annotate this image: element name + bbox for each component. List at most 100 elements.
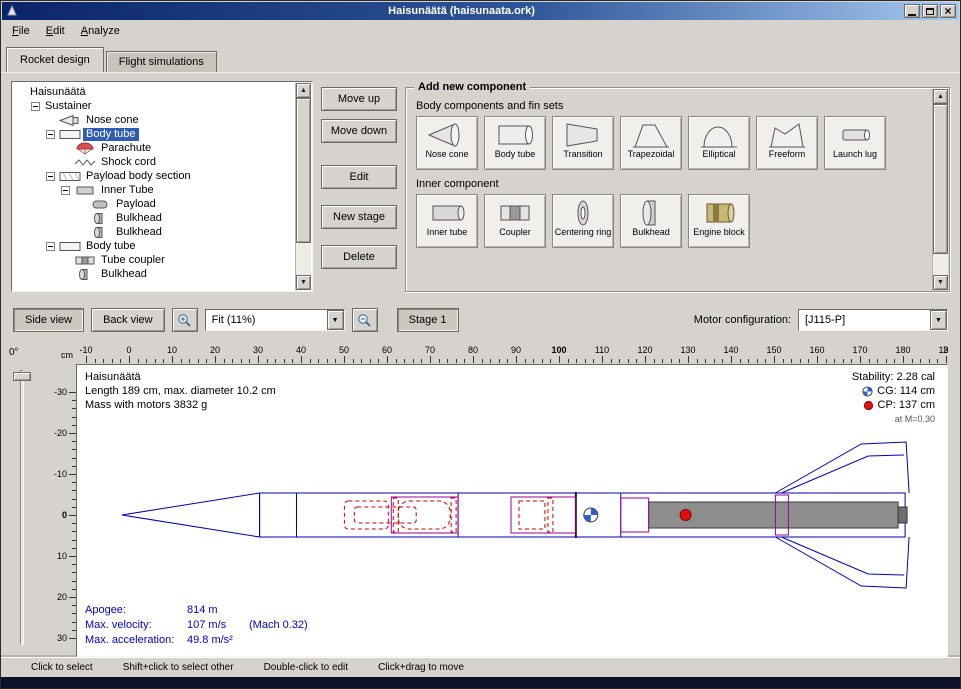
- slider-handle[interactable]: [13, 372, 31, 381]
- bottom-strip: [1, 677, 960, 688]
- maximize-button[interactable]: [922, 4, 938, 18]
- ruler-tick: [464, 359, 465, 363]
- collapse-icon[interactable]: [44, 242, 57, 251]
- ruler-tick: [533, 359, 534, 363]
- tree-item-nose-cone[interactable]: Nose cone: [14, 113, 294, 127]
- tree-item-bulkhead[interactable]: Bulkhead: [14, 225, 294, 239]
- menu-edit[interactable]: Edit: [38, 22, 73, 40]
- ruler-label: 0: [62, 510, 67, 520]
- tree-item-label: Payload body section: [83, 170, 194, 183]
- titlebar[interactable]: Haisunäätä (haisunaata.ork) ×: [2, 2, 959, 20]
- rocket-canvas[interactable]: Haisunäätä Length 189 cm, max. diameter …: [76, 364, 948, 657]
- tree-item-body-tube[interactable]: Body tube: [14, 127, 294, 141]
- menu-file[interactable]: File: [4, 22, 38, 40]
- tree-item-sustainer[interactable]: Sustainer: [14, 99, 294, 113]
- stability-info: Stability: 2.28 cal CG: 114 cm CP: 137 c…: [852, 370, 935, 426]
- scroll-thumb[interactable]: [933, 104, 948, 254]
- scroll-down-button[interactable]: ▼: [296, 275, 311, 290]
- slider-track: [20, 370, 24, 645]
- palette-button-coupler[interactable]: Coupler: [484, 194, 546, 248]
- ruler-label: 30: [57, 633, 67, 643]
- tree-item-inner-tube[interactable]: Inner Tube: [14, 183, 294, 197]
- collapse-icon[interactable]: [44, 130, 57, 139]
- ruler-tick: [181, 359, 182, 363]
- ruler-tick: [146, 359, 147, 363]
- scroll-up-button[interactable]: ▲: [296, 83, 311, 98]
- edit-button[interactable]: Edit: [321, 165, 397, 189]
- palette-button-body-tube[interactable]: Body tube: [484, 116, 546, 170]
- menu-analyze[interactable]: Analyze: [73, 22, 128, 40]
- cp-value: CP: 137 cm: [878, 398, 935, 412]
- tree-scrollbar[interactable]: ▲ ▼: [295, 83, 311, 290]
- ruler-tick: [421, 359, 422, 363]
- palette-button-trapezoidal[interactable]: Trapezoidal: [620, 116, 682, 170]
- move-down-button[interactable]: Move down: [321, 119, 397, 143]
- palette-button-nose-cone[interactable]: Nose cone: [416, 116, 478, 170]
- palette-button-engine-block[interactable]: Engine block: [688, 194, 750, 248]
- ruler-label: 80: [468, 345, 478, 355]
- rotation-slider[interactable]: [1, 364, 43, 657]
- collapse-icon[interactable]: [29, 102, 42, 111]
- delete-button[interactable]: Delete: [321, 245, 397, 269]
- tree-item-payload[interactable]: Payload: [14, 197, 294, 211]
- tree-item-payload-body-section[interactable]: Payload body section: [14, 169, 294, 183]
- maximize-icon: [926, 8, 934, 15]
- tab-flight-simulations[interactable]: Flight simulations: [106, 51, 217, 72]
- palette-button-elliptical[interactable]: Elliptical: [688, 116, 750, 170]
- scroll-up-button[interactable]: ▲: [933, 89, 948, 104]
- zoom-select[interactable]: Fit (11%) ▼: [205, 309, 345, 331]
- scroll-track[interactable]: [296, 98, 311, 275]
- back-view-button[interactable]: Back view: [91, 308, 165, 332]
- minimize-button[interactable]: [904, 4, 920, 18]
- chevron-down-icon[interactable]: ▼: [930, 310, 947, 330]
- ruler-tick: [654, 359, 655, 363]
- tab-rocket-design[interactable]: Rocket design: [6, 47, 104, 72]
- ruler-tick: [619, 359, 620, 363]
- coupler-icon: [72, 254, 98, 267]
- palette-button-transition[interactable]: Transition: [552, 116, 614, 170]
- tree-item-haisun-t[interactable]: Haisunäätä: [14, 85, 294, 99]
- new-stage-button[interactable]: New stage: [321, 205, 397, 229]
- ruler-tick: [740, 359, 741, 363]
- palette-button-inner-tube[interactable]: Inner tube: [416, 194, 478, 248]
- ruler-tick: [869, 359, 870, 363]
- motor-config-select[interactable]: [J115-P] ▼: [798, 309, 948, 331]
- view-toolbar: Side view Back view Fit (11%) ▼ Stage 1 …: [1, 296, 960, 344]
- palette-button-launch-lug[interactable]: Launch lug: [824, 116, 886, 170]
- palette-button-bulkhead[interactable]: Bulkhead: [620, 194, 682, 248]
- scroll-thumb[interactable]: [296, 98, 311, 243]
- ruler-tick: [241, 359, 242, 363]
- scroll-down-button[interactable]: ▼: [933, 275, 948, 290]
- scroll-track[interactable]: [933, 104, 948, 275]
- inner-tube-icon: [427, 198, 467, 228]
- tree-item-body-tube[interactable]: Body tube: [14, 239, 294, 253]
- tree-item-bulkhead[interactable]: Bulkhead: [14, 267, 294, 281]
- side-view-button[interactable]: Side view: [13, 308, 84, 332]
- rocket-mass: Mass with motors 3832 g: [85, 398, 276, 412]
- move-up-button[interactable]: Move up: [321, 87, 397, 111]
- ruler-label: 70: [425, 345, 435, 355]
- tree-item-shock-cord[interactable]: Shock cord: [14, 155, 294, 169]
- close-button[interactable]: ×: [940, 4, 956, 18]
- palette-button-centering-ring[interactable]: Centering ring: [552, 194, 614, 248]
- app-icon: [5, 4, 19, 18]
- zoom-in-button[interactable]: [172, 308, 198, 332]
- ruler-label: 170: [852, 345, 867, 355]
- tree-item-parachute[interactable]: Parachute: [14, 141, 294, 155]
- palette-button-freeform[interactable]: Freeform: [756, 116, 818, 170]
- tree-item-bulkhead[interactable]: Bulkhead: [14, 211, 294, 225]
- stage-1-button[interactable]: Stage 1: [397, 308, 459, 332]
- ruler-tick: [791, 359, 792, 363]
- chevron-down-icon[interactable]: ▼: [327, 310, 344, 330]
- ruler-tick: [189, 359, 190, 363]
- tree-item-tube-coupler[interactable]: Tube coupler: [14, 253, 294, 267]
- palette-scrollbar[interactable]: ▲ ▼: [932, 89, 948, 290]
- ruler-label: 180: [895, 345, 910, 355]
- ruler-label: 0: [126, 345, 131, 355]
- collapse-icon[interactable]: [44, 172, 57, 181]
- ruler-tick: [215, 356, 216, 363]
- group-label-inner-component: Inner component: [416, 178, 923, 190]
- collapse-icon[interactable]: [59, 186, 72, 195]
- minimize-icon: [908, 14, 916, 16]
- zoom-out-button[interactable]: [352, 308, 378, 332]
